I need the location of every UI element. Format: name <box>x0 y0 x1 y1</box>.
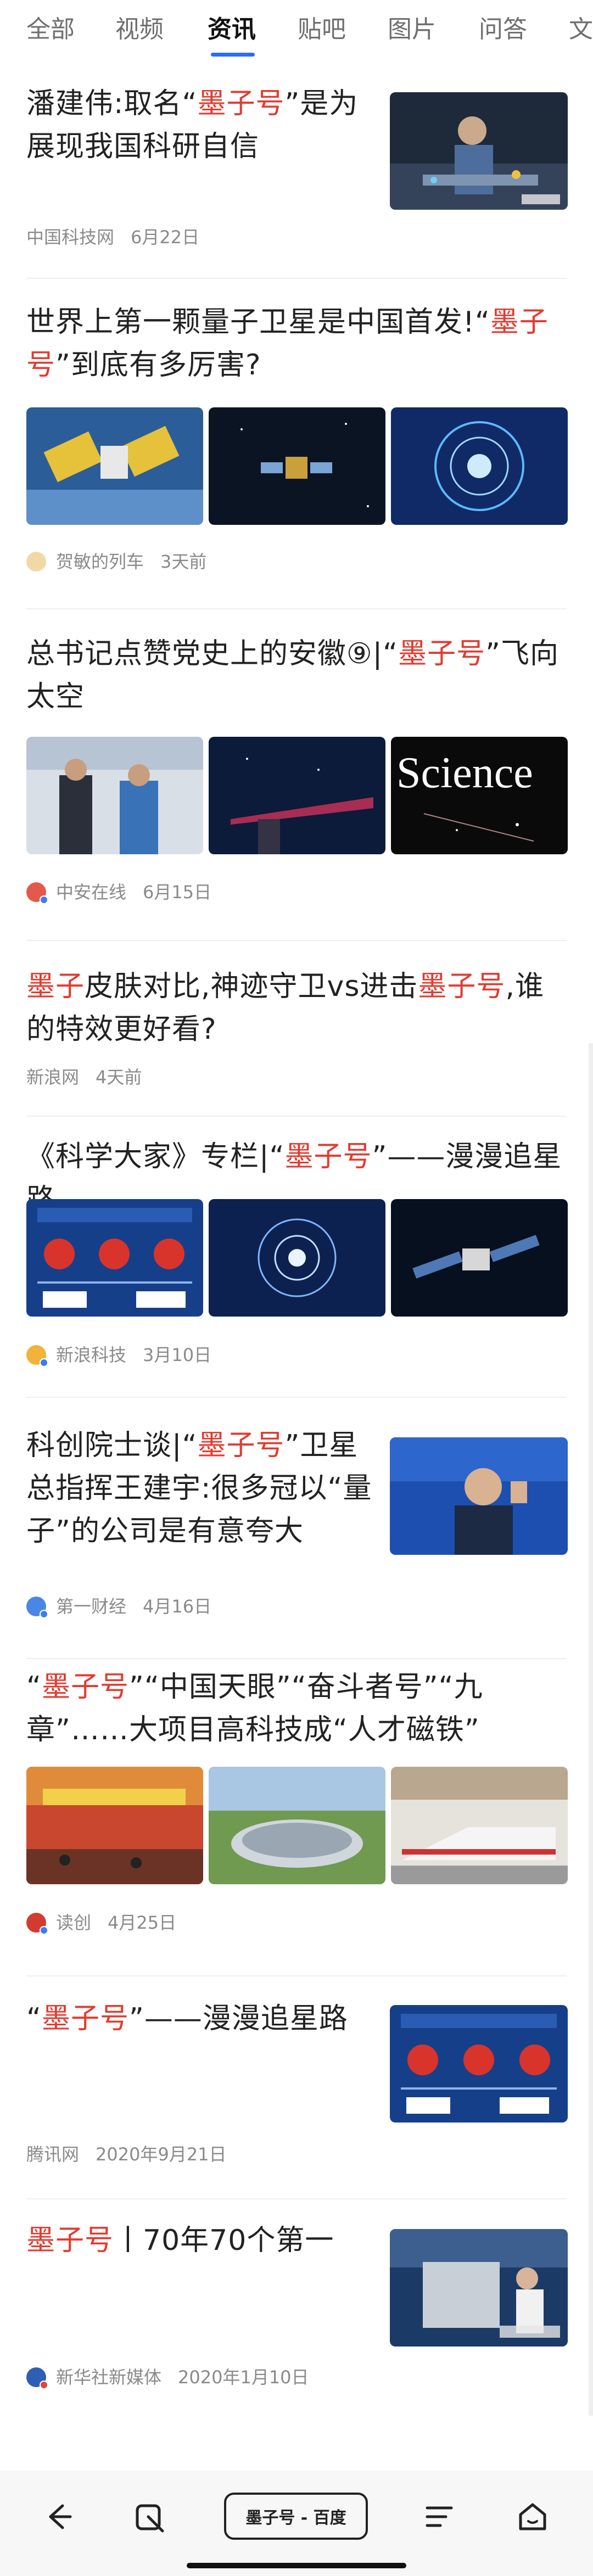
article-thumbnail[interactable] <box>390 1437 568 1555</box>
tab-tieba[interactable]: 贴吧 <box>298 14 346 45</box>
article-title[interactable]: 总书记点赞党史上的安徽⑨|“墨子号”飞向太空 <box>26 632 567 718</box>
article-meta: 读创 4月25日 <box>26 1912 177 1935</box>
article-card[interactable]: “墨子号”“中国天眼”“奋斗者号”“九章”……大项目高科技成“人才磁铁” 读创 4… <box>0 1659 593 1976</box>
article-source: 读创 <box>56 1912 92 1933</box>
article-card[interactable]: 潘建伟:取名“墨子号”是为展现我国科研自信 中国科技网 6月22日 <box>0 60 593 280</box>
article-thumbnail[interactable] <box>209 737 385 854</box>
article-card[interactable]: 世界上第一颗量子卫星是中国首发!“墨子号”到底有多厉害? 贺敏的列车 3天前 <box>0 280 593 609</box>
article-thumbnail[interactable] <box>391 1199 568 1317</box>
article-card[interactable]: 墨子皮肤对比,神迹守卫vs进击墨子号,谁的特效更好看? 新浪网 4天前 <box>0 941 593 1117</box>
article-thumbnail[interactable]: Science <box>391 737 568 854</box>
article-thumbnail[interactable] <box>391 407 568 525</box>
article-thumbnail[interactable] <box>390 92 568 210</box>
article-meta: 新浪科技 3月10日 <box>26 1344 212 1367</box>
home-icon[interactable] <box>511 2495 555 2539</box>
search-query-pill[interactable]: 墨子号 - 百度 <box>224 2493 368 2540</box>
article-meta: 中国科技网 6月22日 <box>26 226 199 248</box>
article-date: 2020年1月10日 <box>178 2367 309 2388</box>
scrollbar-track[interactable] <box>589 1043 593 2416</box>
article-date: 6月15日 <box>143 882 212 903</box>
article-title[interactable]: 世界上第一颗量子卫星是中国首发!“墨子号”到底有多厉害? <box>26 301 567 387</box>
window-switch-icon[interactable] <box>127 2495 171 2539</box>
article-thumbnail[interactable] <box>209 1767 385 1884</box>
science-magazine-label: Science <box>396 749 533 797</box>
article-thumbnail[interactable] <box>26 737 203 854</box>
article-meta: 腾讯网 2020年9月21日 <box>26 2143 227 2165</box>
tab-images[interactable]: 图片 <box>388 14 436 45</box>
article-title[interactable]: 墨子号丨70年70个第一 <box>26 2219 378 2262</box>
article-source: 新浪科技 <box>56 1345 127 1365</box>
tab-video[interactable]: 视频 <box>115 14 164 45</box>
article-date: 3月10日 <box>143 1345 212 1365</box>
article-card[interactable]: “墨子号”——漫漫追星路 腾讯网 2020年9月21日 <box>0 1976 593 2199</box>
tab-qa[interactable]: 问答 <box>479 14 527 45</box>
source-avatar <box>26 552 46 572</box>
article-title[interactable]: 科创院士谈|“墨子号”卫星总指挥王建宇:很多冠以“量子”的公司是有意夸大 <box>26 1424 378 1553</box>
back-icon[interactable] <box>35 2495 79 2539</box>
article-meta: 中安在线 6月15日 <box>26 881 212 904</box>
source-avatar <box>26 882 48 904</box>
article-card[interactable]: 《科学大家》专栏|“墨子号”——漫漫追星路 新浪科技3月10日 <box>0 1117 593 1398</box>
article-source: 中国科技网 <box>26 227 115 248</box>
article-meta: 新浪网 4天前 <box>26 1066 142 1088</box>
home-indicator[interactable] <box>187 2563 406 2568</box>
article-thumbnail[interactable] <box>390 2005 568 2123</box>
article-title[interactable]: 墨子皮肤对比,神迹守卫vs进击墨子号,谁的特效更好看? <box>26 965 567 1051</box>
tab-all[interactable]: 全部 <box>26 14 75 45</box>
article-source: 新华社新媒体 <box>56 2367 162 2388</box>
source-avatar <box>26 2367 48 2389</box>
active-tab-indicator <box>211 53 255 57</box>
tab-wenku[interactable]: 文 <box>569 14 593 45</box>
source-avatar <box>26 1597 48 1619</box>
article-card[interactable]: 总书记点赞党史上的安徽⑨|“墨子号”飞向太空 Science 中安在线 6月15日 <box>0 609 593 941</box>
article-meta: 贺敏的列车 3天前 <box>26 551 206 573</box>
article-source: 中安在线 <box>56 882 127 903</box>
article-card[interactable]: 科创院士谈|“墨子号”卫星总指挥王建宇:很多冠以“量子”的公司是有意夸大 第一财… <box>0 1398 593 1659</box>
article-date: 6月22日 <box>131 227 200 248</box>
article-date: 4天前 <box>96 1067 142 1088</box>
article-meta: 第一财经 4月16日 <box>26 1595 212 1619</box>
article-thumbnail[interactable] <box>26 1767 203 1884</box>
article-title[interactable]: “墨子号”——漫漫追星路 <box>26 1997 378 2040</box>
article-source: 新浪网 <box>26 1067 80 1088</box>
article-card[interactable]: 墨子号丨70年70个第一 新华社新媒体 2020年1月10日 <box>0 2199 593 2408</box>
channel-tabs: 全部 视频 资讯 贴吧 图片 问答 文 <box>0 0 593 60</box>
menu-icon[interactable] <box>417 2495 461 2539</box>
article-thumbnail[interactable] <box>391 1767 568 1884</box>
article-thumbnail[interactable] <box>26 407 203 525</box>
source-avatar <box>26 1345 48 1367</box>
article-source: 第一财经 <box>56 1596 127 1617</box>
bottom-toolbar: 墨子号 - 百度 <box>0 2471 593 2576</box>
article-source: 腾讯网 <box>26 2144 80 2165</box>
article-date: 4月25日 <box>108 1912 177 1933</box>
article-meta: 新华社新媒体 2020年1月10日 <box>26 2366 309 2389</box>
article-title[interactable]: “墨子号”“中国天眼”“奋斗者号”“九章”……大项目高科技成“人才磁铁” <box>26 1666 567 1751</box>
article-source: 贺敏的列车 <box>56 551 144 572</box>
article-thumbnail[interactable] <box>209 1199 385 1317</box>
article-thumbnail[interactable] <box>209 407 385 525</box>
tab-news[interactable]: 资讯 <box>208 14 256 45</box>
divider <box>26 278 567 279</box>
article-title[interactable]: 潘建伟:取名“墨子号”是为展现我国科研自信 <box>26 82 367 168</box>
article-thumbnail[interactable] <box>26 1199 203 1317</box>
source-avatar <box>26 1913 48 1935</box>
article-thumbnail[interactable] <box>390 2229 568 2347</box>
article-date: 2020年9月21日 <box>96 2144 227 2165</box>
article-date: 4月16日 <box>143 1596 212 1617</box>
article-date: 3天前 <box>160 551 207 572</box>
